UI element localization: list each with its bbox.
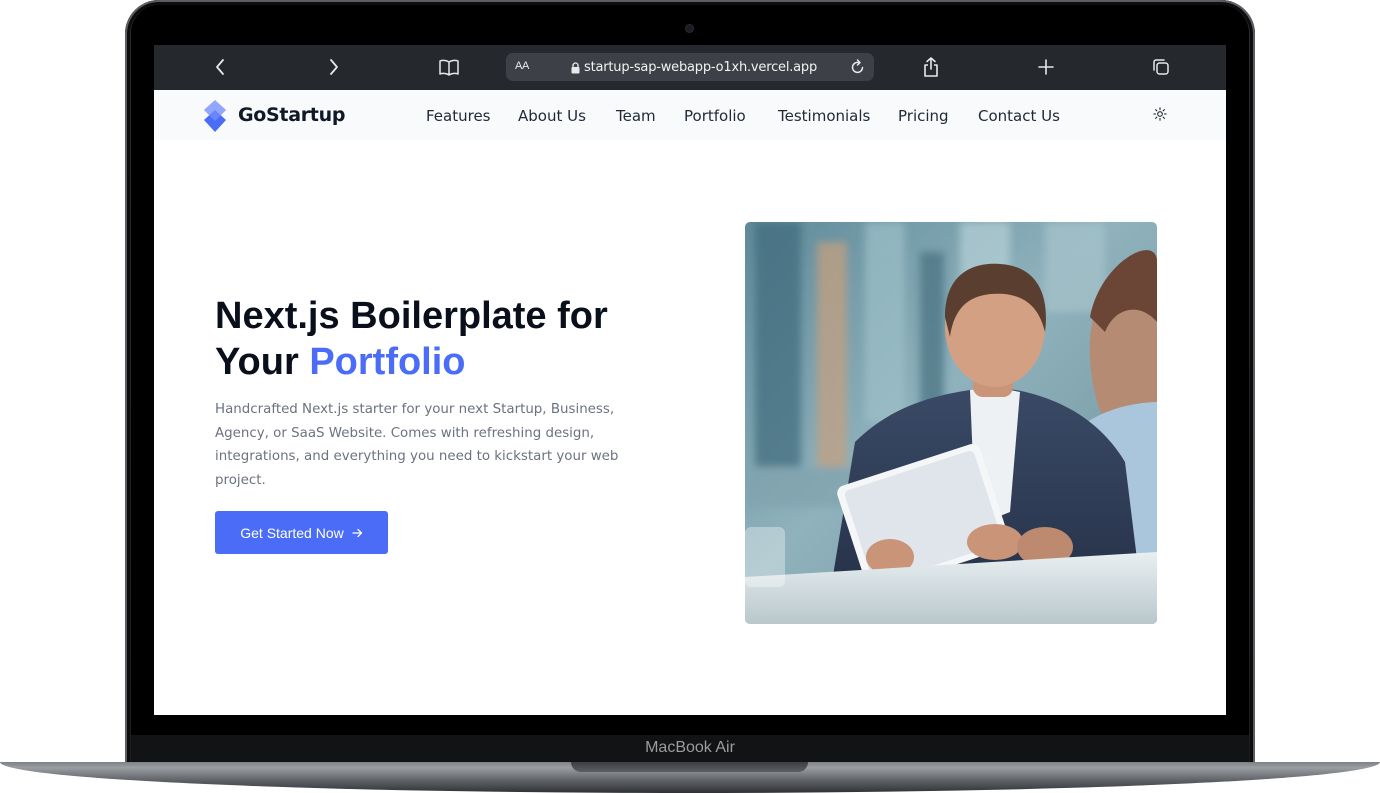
hero-title-line1: Next.js Boilerplate for xyxy=(215,295,608,337)
hero-image xyxy=(745,222,1157,624)
nav-item-contact-us[interactable]: Contact Us xyxy=(978,107,1060,125)
get-started-label: Get Started Now xyxy=(240,524,344,541)
forward-icon[interactable] xyxy=(324,55,344,79)
camera xyxy=(686,25,693,32)
lock-icon xyxy=(571,61,580,79)
arrow-right-icon xyxy=(352,525,363,541)
get-started-button[interactable]: Get Started Now xyxy=(215,511,388,554)
device-label: MacBook Air xyxy=(645,739,735,756)
hero-title-prefix: Your xyxy=(215,341,299,383)
nav-item-pricing[interactable]: Pricing xyxy=(898,107,949,125)
nav-item-features[interactable]: Features xyxy=(426,107,491,125)
safari-toolbar: AA startup-sap-webapp-o1xh.vercel.app xyxy=(154,45,1226,90)
reload-icon[interactable] xyxy=(850,58,866,81)
share-icon[interactable] xyxy=(920,55,942,79)
nav-item-team[interactable]: Team xyxy=(616,107,656,125)
nav-item-portfolio[interactable]: Portfolio xyxy=(684,107,746,125)
hero-description: Handcrafted Next.js starter for your nex… xyxy=(215,402,619,488)
sun-icon[interactable] xyxy=(1153,107,1167,126)
browser-screen: AA startup-sap-webapp-o1xh.vercel.app Go… xyxy=(154,45,1226,715)
site-header: GoStartup Features About Us Team Portfol… xyxy=(154,90,1226,140)
tabs-icon[interactable] xyxy=(1150,55,1172,79)
logo-icon[interactable] xyxy=(202,100,228,137)
logo-text[interactable]: GoStartup xyxy=(238,104,345,126)
nav-item-about-us[interactable]: About Us xyxy=(518,107,586,125)
hero-title: Next.js Boilerplate for Your Portfolio xyxy=(215,293,675,385)
back-icon[interactable] xyxy=(210,55,230,79)
url-text: startup-sap-webapp-o1xh.vercel.app xyxy=(584,60,818,75)
laptop-chin: MacBook Air xyxy=(131,735,1249,763)
new-tab-icon[interactable] xyxy=(1036,55,1056,79)
nav-item-testimonials[interactable]: Testimonials xyxy=(778,107,870,125)
reader-text-size-button[interactable]: AA xyxy=(515,60,529,72)
laptop-notch xyxy=(571,762,808,772)
book-icon[interactable] xyxy=(437,55,461,79)
hero-title-accent: Portfolio xyxy=(309,341,466,383)
address-bar[interactable]: AA startup-sap-webapp-o1xh.vercel.app xyxy=(506,53,874,81)
